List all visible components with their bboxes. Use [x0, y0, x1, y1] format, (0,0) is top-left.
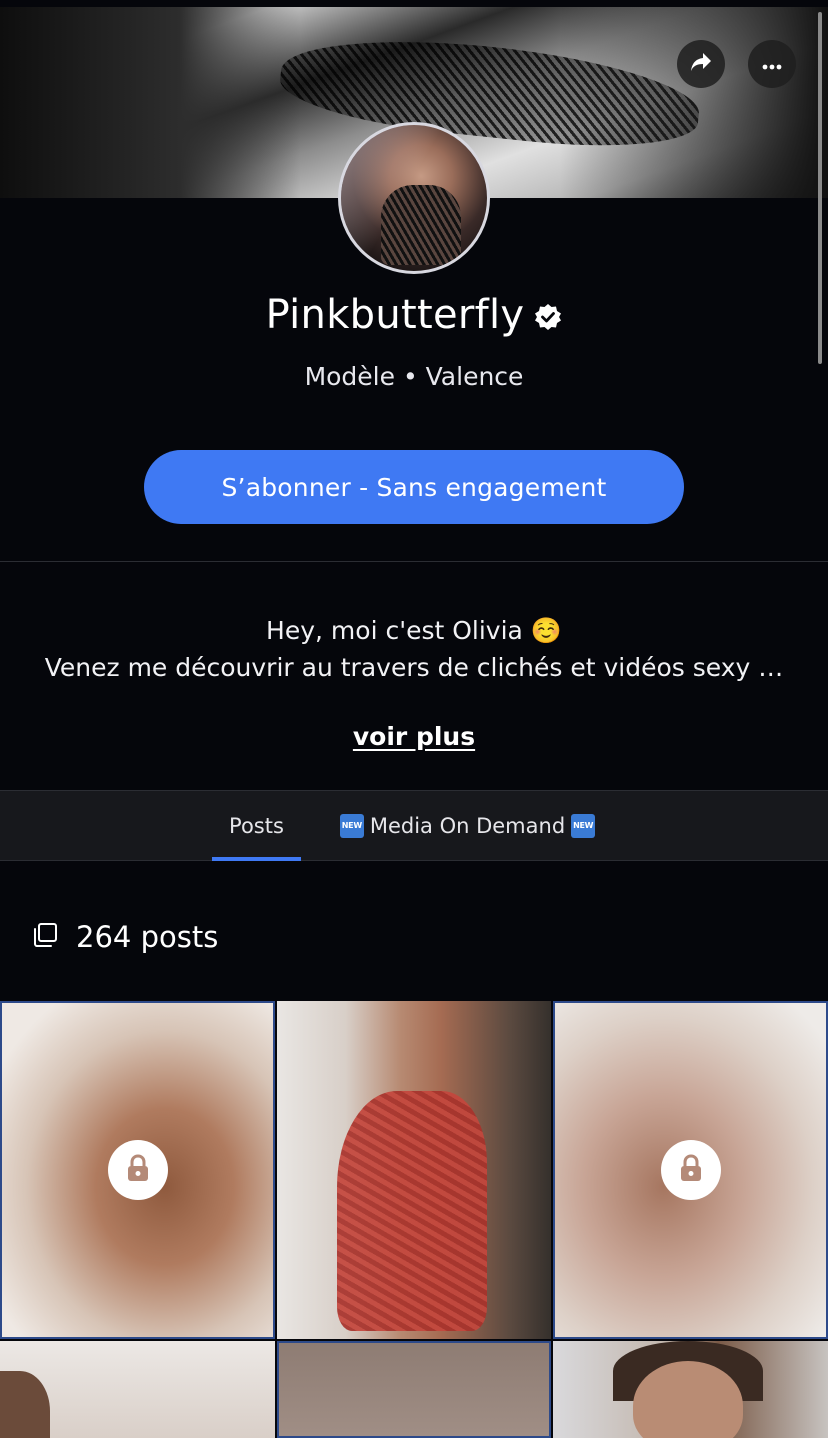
posts-count-label: 264 posts [76, 920, 219, 954]
post-tile-locked[interactable] [0, 1001, 275, 1339]
tab-posts[interactable]: Posts [212, 791, 301, 861]
see-more-label: voir plus [352, 722, 476, 751]
profile-name: Pinkbutterfly [265, 292, 525, 338]
lock-button[interactable] [660, 1140, 721, 1200]
active-tab-indicator [212, 857, 301, 861]
see-more-link[interactable]: voir plus [0, 722, 828, 751]
post-tile[interactable] [277, 1001, 551, 1339]
profile-header: Pinkbutterfly [0, 292, 828, 338]
lock-button[interactable] [107, 1140, 168, 1200]
profile-bio: Hey, moi c'est Olivia ☺️ Venez me découv… [0, 612, 828, 686]
verified-badge-icon [534, 303, 562, 331]
bio-line: Venez me découvrir au travers de clichés… [44, 653, 784, 682]
tab-label: Posts [229, 814, 284, 838]
stack-icon [32, 922, 58, 952]
more-options-button[interactable] [748, 40, 796, 88]
post-tile[interactable] [553, 1341, 828, 1438]
posts-count: 264 posts [32, 920, 218, 954]
bio-line: Hey, moi c'est Olivia ☺️ [266, 616, 562, 645]
new-badge-icon: NEW [339, 814, 364, 838]
share-icon [690, 52, 712, 76]
tab-label: Media On Demand [369, 814, 566, 838]
new-badge-icon: NEW [571, 814, 596, 838]
profile-subtitle: Modèle • Valence [304, 362, 524, 391]
post-tile[interactable] [277, 1341, 551, 1438]
post-tile[interactable] [0, 1341, 275, 1438]
divider [0, 561, 828, 562]
avatar[interactable] [338, 122, 490, 274]
post-image [0, 1371, 50, 1438]
posts-grid [0, 1001, 828, 1438]
lock-icon [679, 1154, 703, 1186]
subscribe-button[interactable]: S’abonner - Sans engagement [144, 450, 684, 524]
more-options-icon [762, 55, 782, 74]
post-tile-locked[interactable] [553, 1001, 828, 1339]
tab-bar: Posts NEW Media On Demand NEW [0, 790, 828, 861]
share-button[interactable] [677, 40, 725, 88]
tab-media-on-demand[interactable]: NEW Media On Demand NEW [330, 791, 605, 861]
post-image [337, 1091, 487, 1331]
lock-icon [126, 1154, 150, 1186]
